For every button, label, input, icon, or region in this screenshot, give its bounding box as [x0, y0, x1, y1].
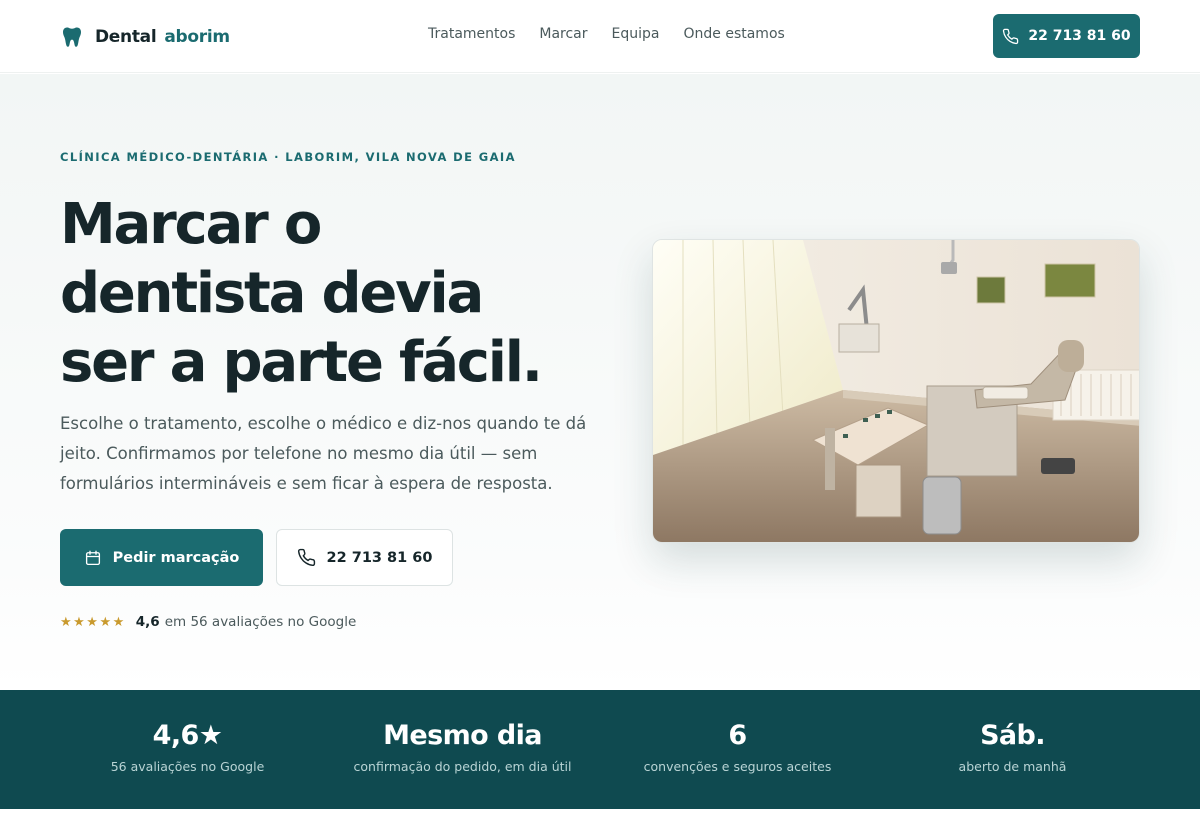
brand-name-part2: aborim	[164, 27, 230, 47]
rating-score: 4,6	[135, 614, 160, 630]
stat-label: aberto de manhã	[958, 759, 1067, 774]
google-rating: ★★★★★ 4,6 em 56 avaliações no Google	[60, 614, 356, 630]
phone-icon	[1003, 28, 1019, 44]
calendar-icon	[85, 550, 100, 565]
lead-line-3: formulários intermináveis e sem ficar à …	[60, 474, 553, 493]
tooth-icon	[63, 27, 81, 47]
nav-link-equipa[interactable]: Equipa	[612, 26, 660, 42]
main-nav: Tratamentos Marcar Equipa Onde estamos	[428, 26, 809, 42]
header-phone-button[interactable]: 22 713 81 60	[993, 14, 1140, 58]
hero-headline: Marcar o dentista devia ser a parte fáci…	[60, 190, 600, 397]
nav-link-marcar[interactable]: Marcar	[539, 26, 587, 42]
book-appointment-button[interactable]: Pedir marcação	[60, 529, 263, 586]
dental-room-image	[653, 240, 1139, 542]
headline-line-3: ser a parte fácil.	[60, 330, 543, 395]
stats-band: 4,6★ 56 avaliações no Google Mesmo dia c…	[0, 690, 1200, 809]
stat-value: 4,6★	[152, 720, 223, 751]
lead-line-1: Escolhe o tratamento, escolhe o médico e…	[60, 414, 587, 433]
site-header: Dental aborim Tratamentos Marcar Equipa …	[0, 0, 1200, 73]
stat-value: 6	[728, 720, 747, 751]
hero-lead: Escolhe o tratamento, escolhe o médico e…	[60, 409, 600, 499]
brand-name-part1: Dental	[95, 27, 157, 47]
brand-logo[interactable]: Dental aborim	[62, 25, 230, 49]
headline-line-1: Marcar o	[60, 192, 322, 257]
rating-stars-icon: ★★★★★	[60, 614, 126, 630]
call-clinic-button[interactable]: 22 713 81 60	[276, 529, 453, 586]
stat-value: Sáb.	[980, 720, 1045, 751]
stat-label: 56 avaliações no Google	[110, 759, 265, 774]
stat-label: convenções e seguros aceites	[643, 759, 832, 774]
stat-value: Mesmo dia	[383, 720, 542, 751]
header-phone-number: 22 713 81 60	[1028, 28, 1131, 44]
nav-link-tratamentos[interactable]: Tratamentos	[428, 26, 515, 42]
lead-line-2: jeito. Confirmamos por telefone no mesmo…	[60, 444, 538, 463]
stat-label: confirmação do pedido, em dia útil	[353, 759, 572, 774]
nav-link-onde-estamos[interactable]: Onde estamos	[683, 26, 784, 42]
call-clinic-label: 22 713 81 60	[326, 549, 433, 566]
book-appointment-label: Pedir marcação	[112, 549, 240, 566]
rating-text: em 56 avaliações no Google	[164, 614, 357, 630]
headline-line-2: dentista devia	[60, 261, 484, 326]
hero-eyebrow: CLÍNICA MÉDICO-DENTÁRIA · LABORIM, VILA …	[60, 150, 516, 164]
clinic-photo	[652, 239, 1140, 543]
phone-icon	[297, 548, 315, 567]
